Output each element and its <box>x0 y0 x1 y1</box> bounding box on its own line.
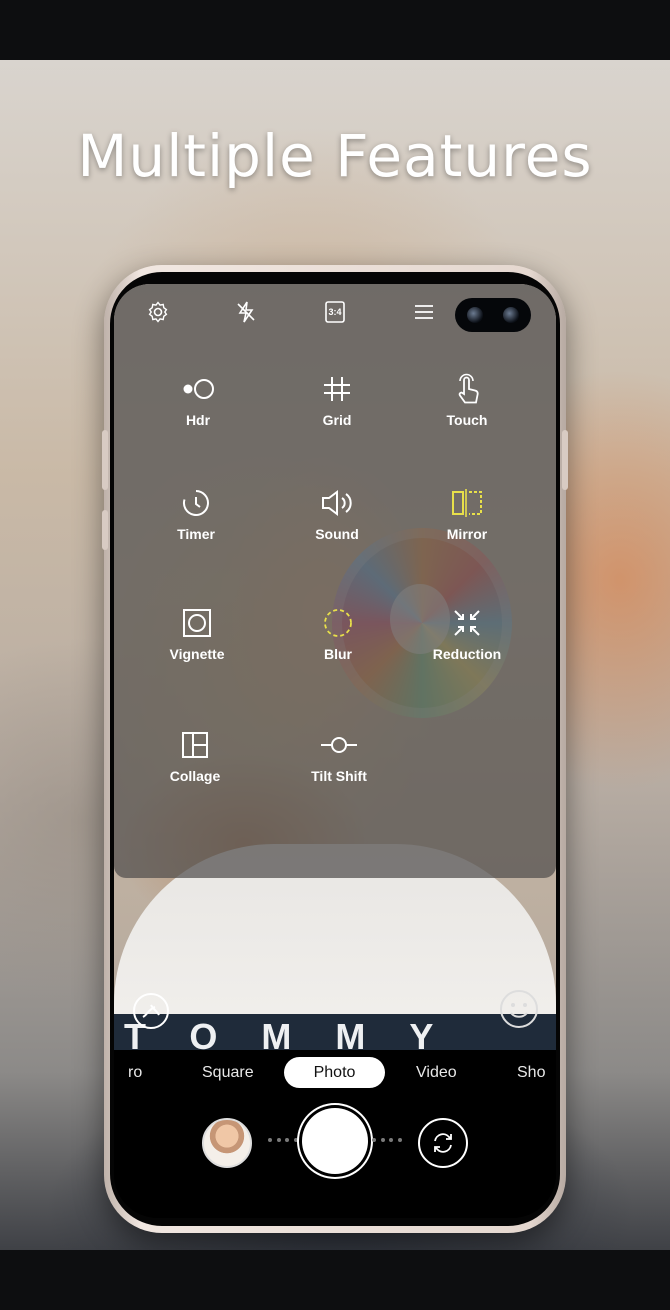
phone-screen: TOMMY 3:4 Hdr Grid Touch Timer Sound Mir… <box>114 284 556 1218</box>
mode-photo[interactable]: Photo <box>284 1057 385 1088</box>
camera-lens <box>467 307 483 323</box>
phone-side-button <box>102 510 108 550</box>
bottom-letterbox <box>0 1250 670 1310</box>
switch-camera-icon <box>434 1133 452 1153</box>
sound-icon <box>322 490 352 516</box>
settings-icon[interactable] <box>142 296 174 328</box>
timer-icon <box>183 490 209 516</box>
flash-off-icon[interactable] <box>230 296 262 328</box>
mode-shortvideo[interactable]: Sho <box>517 1064 545 1082</box>
vignette-icon <box>183 609 211 637</box>
feature-reduction[interactable]: Reduction <box>412 606 522 662</box>
feature-mirror[interactable]: Mirror <box>412 486 522 542</box>
feature-touch[interactable]: Touch <box>412 372 522 428</box>
feature-label: Reduction <box>432 646 502 662</box>
feature-timer[interactable]: Timer <box>141 486 251 542</box>
aspect-ratio-button[interactable]: 3:4 <box>319 296 351 328</box>
reduction-icon <box>454 610 480 636</box>
camera-controls: ro Square Photo Video Sho <box>114 1050 556 1218</box>
feature-vignette[interactable]: Vignette <box>142 606 252 662</box>
mirror-icon <box>452 489 482 517</box>
switch-camera-button[interactable] <box>418 1118 468 1168</box>
gallery-thumbnail[interactable] <box>202 1118 252 1168</box>
shutter-dots-left <box>268 1138 298 1142</box>
feature-hdr[interactable]: Hdr <box>143 372 253 428</box>
mode-square[interactable]: Square <box>202 1064 254 1082</box>
blur-icon <box>324 609 352 637</box>
camera-lens <box>503 307 519 323</box>
feature-tilt-shift[interactable]: Tilt Shift <box>284 728 394 784</box>
feature-label: Hdr <box>185 412 211 428</box>
feature-collage[interactable]: Collage <box>140 728 250 784</box>
feature-label: Mirror <box>446 526 488 542</box>
shutter-dots-right <box>372 1138 402 1142</box>
touch-icon <box>458 373 479 404</box>
mode-pro[interactable]: ro <box>128 1064 142 1082</box>
feature-label: Grid <box>322 412 352 428</box>
feature-grid[interactable]: Grid <box>282 372 392 428</box>
feature-sound[interactable]: Sound <box>282 486 392 542</box>
front-camera-cutout <box>455 298 531 332</box>
grid-icon <box>324 377 350 401</box>
shutter-button[interactable] <box>302 1108 368 1174</box>
tilt-shift-icon <box>321 737 357 753</box>
mode-video[interactable]: Video <box>416 1064 457 1082</box>
phone-side-button <box>102 430 108 490</box>
phone-side-button <box>562 430 568 490</box>
feature-label: Touch <box>446 412 488 428</box>
promo-headline: Multiple Features <box>77 122 593 190</box>
feature-label: Blur <box>324 646 352 662</box>
hdr-icon <box>183 379 214 399</box>
top-letterbox <box>0 0 670 60</box>
feature-label: Sound <box>315 526 359 542</box>
feature-label: Timer <box>177 526 215 542</box>
feature-label: Tilt Shift <box>311 768 367 784</box>
feature-label: Vignette <box>169 646 225 662</box>
beauty-toggle-icon[interactable] <box>130 990 172 1032</box>
feature-label: Collage <box>169 768 221 784</box>
feature-blur[interactable]: Blur <box>283 606 393 662</box>
menu-icon[interactable] <box>408 296 440 328</box>
aspect-ratio-label: 3:4 <box>328 307 342 317</box>
sticker-face-icon[interactable] <box>498 988 540 1030</box>
collage-icon <box>182 732 208 758</box>
